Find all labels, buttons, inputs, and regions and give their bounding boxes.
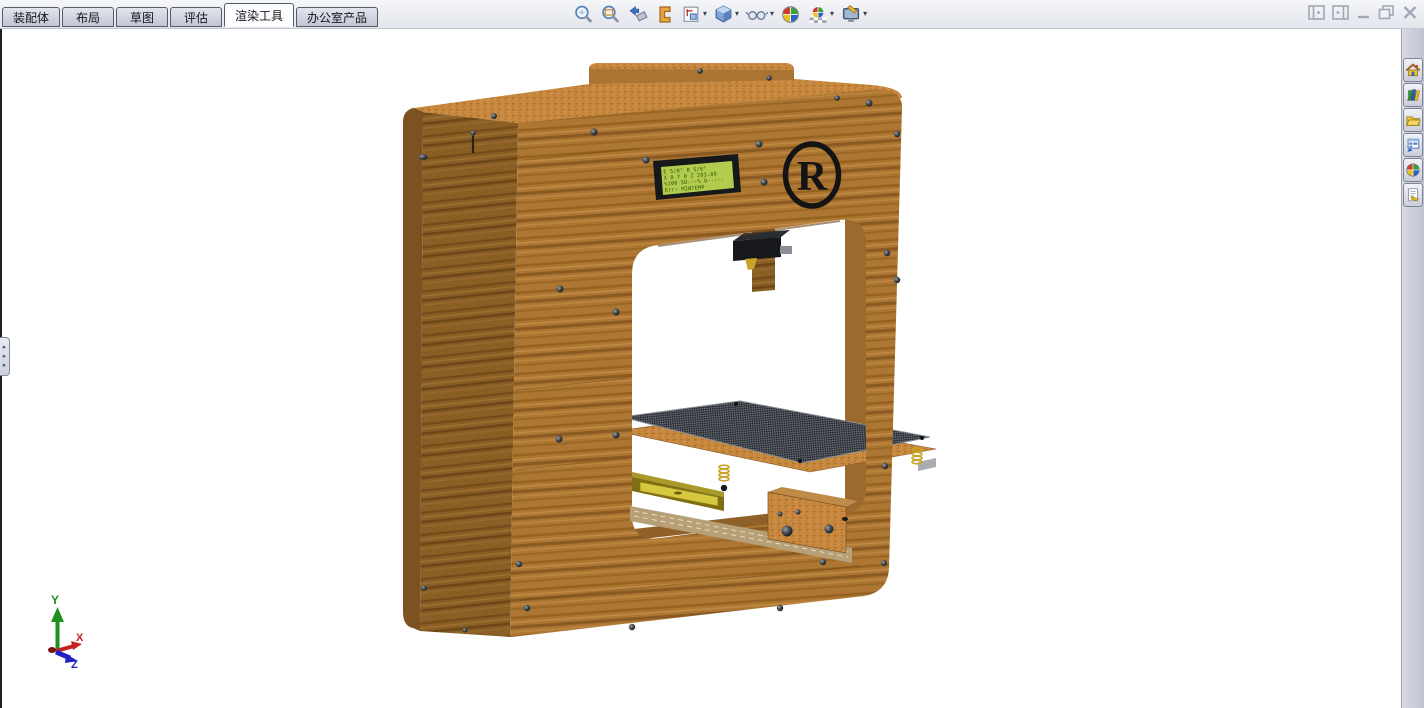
tab-assembly[interactable]: 装配体 (2, 7, 60, 27)
section-view-icon (655, 4, 675, 25)
orientation-triad: Y X Z (48, 593, 84, 671)
tab-layout[interactable]: 布局 (62, 7, 114, 27)
restore-icon (1378, 5, 1395, 20)
collapse-right-pane-button[interactable] (1332, 5, 1349, 20)
lcd-display: E 5/0° B 5/0° X 0 Y 0 Z 203.00 %100 SD--… (653, 154, 741, 200)
splitter-arrow-icon: ▸ (3, 343, 7, 352)
task-pane (1401, 28, 1424, 708)
inner-right-wall (845, 215, 866, 515)
home-icon (1405, 62, 1421, 78)
svg-text:Z: Z (71, 659, 78, 671)
view-toolbar: ▾ ▾ ▾ (570, 3, 870, 25)
dropdown-caret[interactable]: ▾ (770, 10, 774, 18)
dropdown-caret[interactable]: ▾ (863, 10, 867, 18)
edit-appearance-icon (780, 4, 801, 25)
restore-button[interactable] (1378, 5, 1395, 20)
bed-spring (719, 465, 729, 481)
open-folder-icon (1405, 112, 1421, 128)
splitter-arrow-icon: ▸ (3, 352, 7, 361)
frame-back-edge-strip (403, 108, 423, 631)
tab-evaluate[interactable]: 评估 (170, 7, 222, 27)
display-style-icon (713, 4, 734, 25)
zoom-to-fit-icon (573, 4, 594, 25)
view-palette-button[interactable] (1403, 133, 1423, 157)
custom-properties-button[interactable] (1403, 183, 1423, 207)
dropdown-caret[interactable]: ▾ (830, 10, 834, 18)
minimize-button[interactable] (1356, 5, 1371, 20)
view-palette-icon (1405, 137, 1421, 153)
collapse-left-pane-icon (1308, 5, 1325, 20)
hide-show-items-icon (745, 4, 769, 25)
ribbon-bar: 装配体 布局 草图 评估 渲染工具 办公室产品 (0, 0, 1424, 29)
previous-view-icon (627, 4, 649, 25)
collapse-left-pane-button[interactable] (1308, 5, 1325, 20)
zoom-to-area-icon (600, 4, 621, 25)
tab-render-tools[interactable]: 渲染工具 (224, 3, 294, 27)
dropdown-caret[interactable]: ▾ (735, 10, 739, 18)
tab-office-products[interactable]: 办公室产品 (296, 7, 378, 27)
ribbon-tabs: 装配体 布局 草图 评估 渲染工具 办公室产品 (2, 1, 380, 27)
solidworks-resources-button[interactable] (1403, 58, 1423, 82)
zoom-to-area-button[interactable] (598, 3, 623, 26)
apply-scene-icon (807, 4, 829, 25)
dropdown-caret[interactable]: ▾ (703, 10, 707, 18)
section-view-button[interactable] (653, 3, 677, 26)
edit-appearance-button[interactable] (778, 3, 803, 26)
feature-tree-splitter-handle[interactable]: ▸ ▸ ▸ (0, 337, 10, 376)
model-canvas: E 5/0° B 5/0° X 0 Y 0 Z 203.00 %100 SD--… (0, 0, 1424, 708)
view-settings-icon (840, 4, 862, 25)
apply-scene-button[interactable]: ▾ (805, 3, 836, 26)
svg-text:X: X (76, 632, 84, 644)
hide-show-items-button[interactable]: ▾ (743, 3, 776, 26)
frame-left-side-panel (420, 112, 518, 637)
display-style-button[interactable]: ▾ (711, 3, 741, 26)
svg-text:R: R (797, 154, 828, 200)
previous-view-button[interactable] (625, 3, 651, 26)
minimize-icon (1356, 5, 1371, 20)
custom-properties-icon (1405, 187, 1421, 203)
books-icon (1405, 87, 1421, 103)
printer-model[interactable]: E 5/0° B 5/0° X 0 Y 0 Z 203.00 %100 SD--… (0, 0, 936, 637)
tab-sketch[interactable]: 草图 (116, 7, 168, 27)
appearance-ball-icon (1405, 162, 1421, 178)
view-settings-button[interactable]: ▾ (838, 3, 869, 26)
view-orientation-button[interactable]: ▾ (679, 3, 709, 26)
file-explorer-button[interactable] (1403, 108, 1423, 132)
close-button[interactable] (1402, 5, 1418, 20)
splitter-arrow-icon: ▸ (3, 361, 7, 370)
svg-text:Y: Y (51, 593, 59, 607)
appearances-scenes-button[interactable] (1403, 158, 1423, 182)
window-controls (1308, 5, 1418, 20)
view-orientation-icon (681, 4, 702, 25)
close-icon (1402, 5, 1418, 20)
collapse-right-pane-icon (1332, 5, 1349, 20)
zoom-to-fit-button[interactable] (571, 3, 596, 26)
design-library-button[interactable] (1403, 83, 1423, 107)
